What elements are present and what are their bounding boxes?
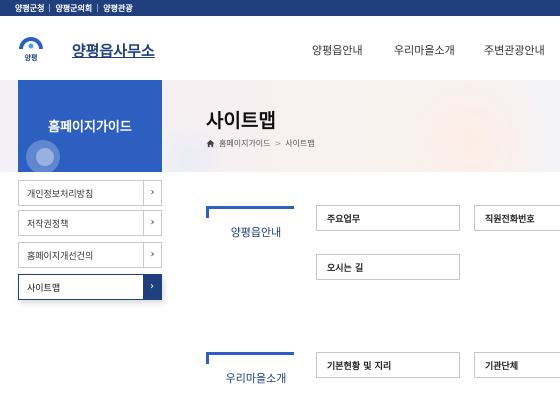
family-site-links: 양평군청 양평군의회 양평관광 <box>15 0 133 16</box>
side-menu-item-label: 사이트맵 <box>27 284 61 294</box>
section-accent-bar <box>206 352 209 364</box>
sitemap-link-label: 기본현황 및 지리 <box>327 362 392 372</box>
breadcrumb: 홈페이지가이드 > 사이트맵 <box>206 138 315 149</box>
sitemap-link[interactable]: 직원전화번호 <box>474 205 560 231</box>
side-menu-item-suggestions[interactable]: 홈페이지개선건의 › <box>18 242 162 268</box>
global-navigation: 양평읍안내 우리마을소개 주변관광안내 <box>0 42 560 58</box>
sitemap-link-label: 오시는 길 <box>327 264 364 274</box>
link-county-council[interactable]: 양평군의회 <box>55 3 92 14</box>
side-menu-item-label: 저작권정책 <box>27 220 69 230</box>
breadcrumb-item[interactable]: 홈페이지가이드 <box>219 138 271 149</box>
chevron-right-icon: › <box>143 275 161 299</box>
side-menu-title: 홈페이지가이드 <box>48 120 132 135</box>
side-menu-item-privacy-policy[interactable]: 개인정보처리방침 › <box>18 180 162 206</box>
sitemap-link-label: 직원전화번호 <box>485 215 535 225</box>
gnb-item-tourism-guide[interactable]: 주변관광안내 <box>484 42 545 58</box>
chevron-right-icon: › <box>143 243 161 267</box>
gnb-item-town-guide[interactable]: 양평읍안내 <box>312 42 363 58</box>
chevron-right-icon: > <box>274 139 282 148</box>
sitemap-section-title[interactable]: 양평읍안내 <box>206 224 306 240</box>
decorative-circle <box>36 148 54 166</box>
banner-decoration <box>390 80 550 172</box>
section-accent-bar <box>206 206 209 218</box>
page-title: 사이트맵 <box>206 110 276 132</box>
sitemap-link[interactable]: 주요업무 <box>316 205 460 231</box>
home-icon[interactable] <box>206 139 215 148</box>
top-utility-bar: 양평군청 양평군의회 양평관광 <box>0 0 560 16</box>
separator <box>49 4 51 12</box>
side-menu-title-box: 홈페이지가이드 <box>18 80 162 172</box>
link-tourism[interactable]: 양평관광 <box>103 3 132 14</box>
sitemap-link-label: 주요업무 <box>327 215 361 225</box>
section-accent-bar <box>206 352 294 355</box>
site-header: 양평 양평읍사무소 양평읍안내 우리마을소개 주변관광안내 <box>0 16 560 80</box>
side-menu-item-label: 개인정보처리방침 <box>27 190 94 200</box>
sitemap-link[interactable]: 기관단체 <box>474 352 560 378</box>
gnb-item-village-intro[interactable]: 우리마을소개 <box>394 42 455 58</box>
side-menu-item-sitemap[interactable]: 사이트맵 › <box>18 274 162 300</box>
sitemap-section-title[interactable]: 우리마을소개 <box>206 370 306 386</box>
chevron-right-icon: › <box>143 181 161 205</box>
section-accent-bar <box>206 206 294 209</box>
link-county-office[interactable]: 양평군청 <box>15 3 44 14</box>
sitemap-link-label: 기관단체 <box>485 362 519 372</box>
side-menu-item-copyright-policy[interactable]: 저작권정책 › <box>18 210 162 236</box>
sitemap-link[interactable]: 기본현황 및 지리 <box>316 352 460 378</box>
sitemap-link[interactable]: 오시는 길 <box>316 254 460 280</box>
separator <box>97 4 99 12</box>
chevron-right-icon: › <box>143 211 161 235</box>
side-menu-item-label: 홈페이지개선건의 <box>27 252 94 262</box>
breadcrumb-current: 사이트맵 <box>285 139 315 148</box>
